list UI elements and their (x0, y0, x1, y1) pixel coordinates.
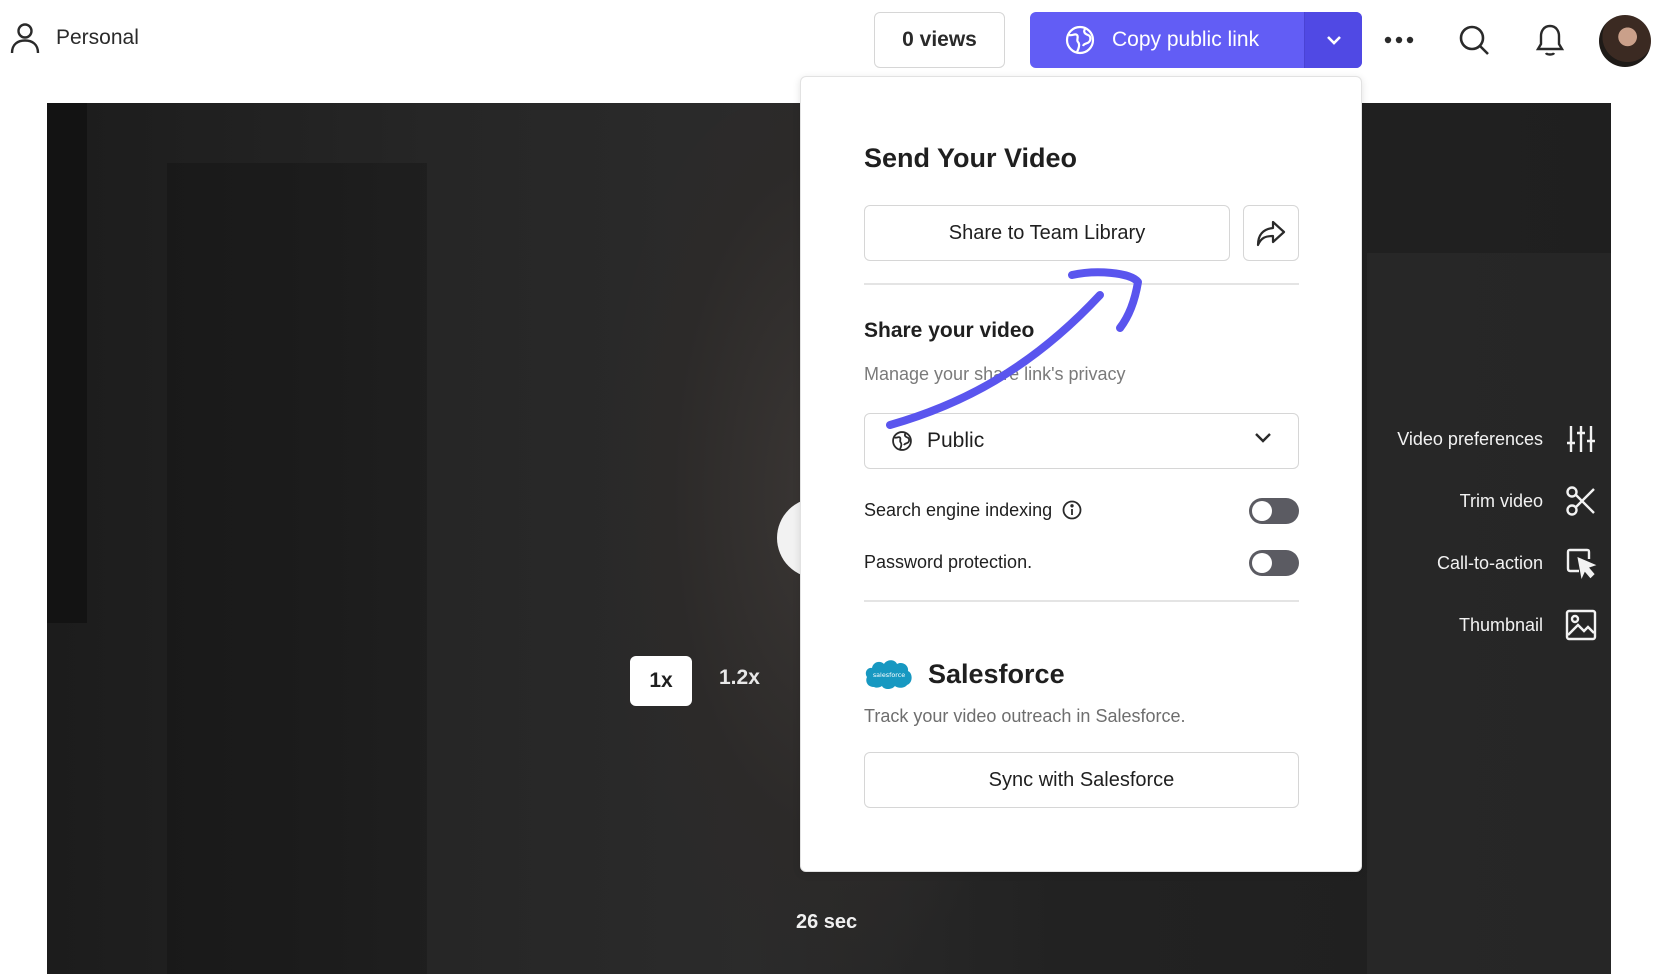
password-protection-toggle[interactable] (1249, 550, 1299, 576)
integration-description: Track your video outreach in Salesforce. (864, 706, 1186, 726)
copy-link-menu-toggle[interactable] (1304, 12, 1362, 68)
globe-icon (1065, 25, 1095, 55)
password-protection-label: Password protection. (864, 551, 1033, 572)
avatar[interactable] (1599, 15, 1651, 67)
tool-video-preferences[interactable]: Video preferences (1337, 408, 1597, 470)
video-duration: 26 sec (796, 911, 858, 933)
search-indexing-row: Search engine indexing (864, 495, 1299, 525)
globe-icon (892, 431, 912, 451)
chevron-down-icon (1326, 36, 1341, 45)
tool-label: Video preferences (1397, 428, 1543, 449)
copy-public-link-button[interactable]: Copy public link (1030, 12, 1304, 68)
person-icon (10, 23, 40, 54)
tool-label: Call-to-action (1436, 552, 1543, 573)
privacy-value: Public (927, 429, 985, 452)
sliders-icon (1567, 426, 1595, 452)
video-tools: Video preferences Trim video Call-to-act… (1337, 408, 1597, 656)
more-options-button[interactable] (1379, 20, 1419, 60)
tool-label: Thumbnail (1458, 614, 1543, 635)
workspace-label: Personal (56, 26, 139, 49)
top-bar: Personal 0 views Copy public link (0, 0, 1662, 80)
salesforce-header: salesforce Salesforce (864, 657, 1065, 691)
tool-label: Trim video (1459, 490, 1543, 511)
search-indexing-toggle[interactable] (1249, 498, 1299, 524)
scissors-icon (1566, 486, 1595, 516)
search-button[interactable] (1454, 20, 1494, 60)
svg-text:salesforce: salesforce (873, 671, 905, 679)
panel-title: Send Your Video (864, 143, 1078, 173)
share-section-subtitle: Manage your share link's privacy (864, 364, 1126, 384)
cursor-click-icon (1566, 548, 1597, 579)
send-video-panel: Send Your Video Share to Team Library Sh… (800, 76, 1362, 872)
divider (864, 283, 1299, 285)
chevron-down-icon (1255, 433, 1271, 443)
speed-1-2x-button[interactable]: 1.2x (719, 666, 760, 690)
share-button[interactable] (1243, 205, 1299, 261)
tool-call-to-action[interactable]: Call-to-action (1337, 532, 1597, 594)
speed-1x-button[interactable]: 1x (630, 656, 692, 706)
integration-name: Salesforce (928, 658, 1065, 689)
password-protection-row: Password protection. (864, 547, 1299, 577)
image-icon (1565, 609, 1597, 641)
salesforce-logo-icon: salesforce (865, 660, 912, 689)
search-indexing-label: Search engine indexing (864, 499, 1053, 520)
sync-with-salesforce-button[interactable]: Sync with Salesforce (864, 752, 1299, 808)
tool-thumbnail[interactable]: Thumbnail (1337, 594, 1597, 656)
privacy-select[interactable]: Public (864, 413, 1299, 469)
share-arrow-icon (1256, 220, 1286, 247)
divider (864, 600, 1299, 602)
search-icon (1459, 25, 1489, 55)
notifications-button[interactable] (1530, 20, 1570, 60)
share-section-title: Share your video (864, 319, 1035, 342)
copy-link-split-button: Copy public link (1030, 12, 1362, 68)
copy-link-label: Copy public link (1112, 28, 1260, 51)
views-button[interactable]: 0 views (874, 12, 1005, 68)
bell-icon (1535, 24, 1565, 56)
more-icon (1384, 36, 1414, 44)
workspace-switcher[interactable]: Personal (10, 22, 139, 54)
share-to-team-library-button[interactable]: Share to Team Library (864, 205, 1230, 261)
info-icon[interactable] (1062, 500, 1082, 520)
tool-trim-video[interactable]: Trim video (1337, 470, 1597, 532)
